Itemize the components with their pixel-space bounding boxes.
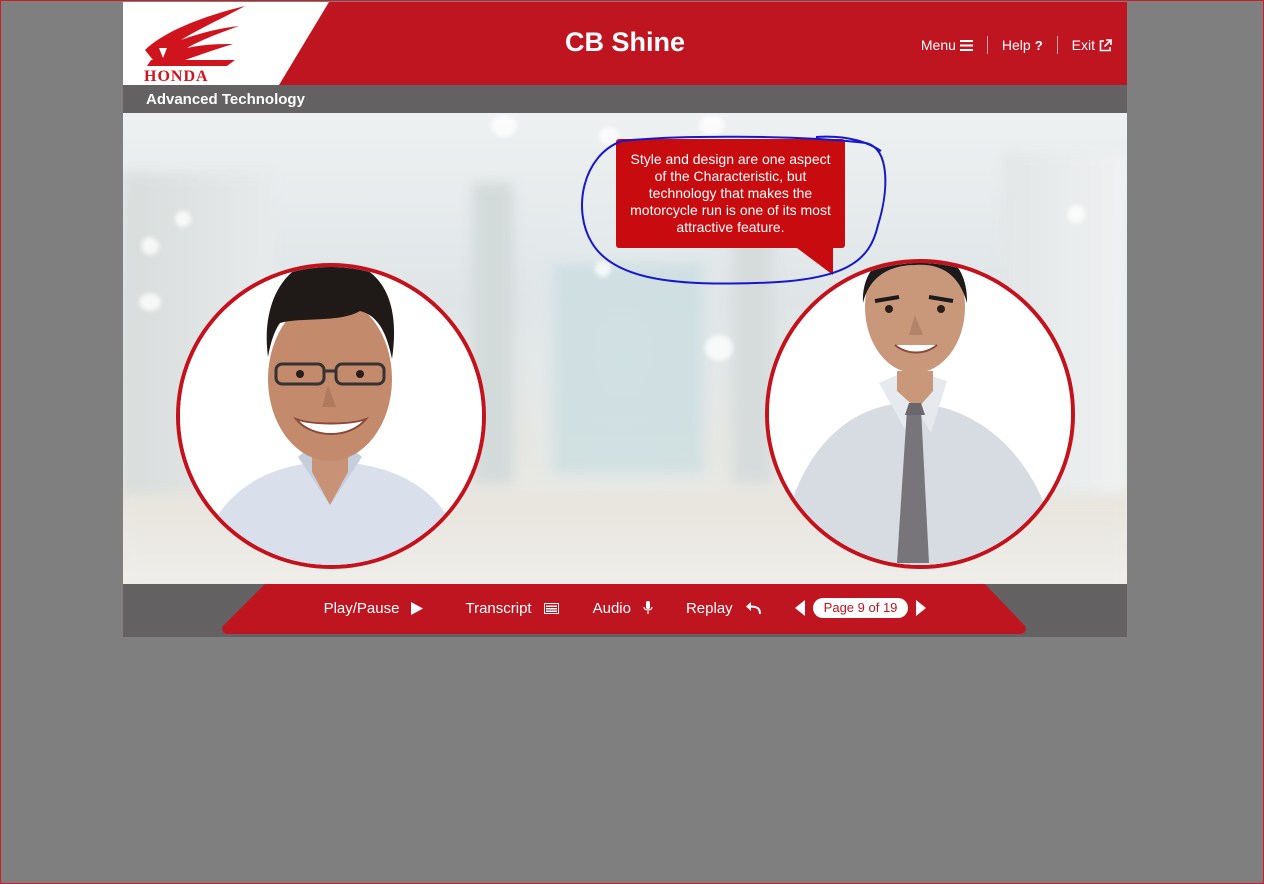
transcript-label: Transcript	[465, 599, 532, 617]
character-portrait-right	[765, 259, 1075, 569]
replay-button[interactable]: Replay	[686, 600, 761, 617]
question-icon: ?	[1034, 37, 1043, 53]
ceiling-light	[705, 335, 733, 361]
playback-controls: Play/Pause Transcript Audio Replay Page …	[123, 598, 1127, 618]
character-right-illustration	[769, 263, 1071, 565]
transcript-button[interactable]: Transcript	[465, 599, 559, 617]
honda-wordmark: HONDA	[144, 68, 209, 85]
help-button[interactable]: Help ?	[988, 37, 1057, 53]
annotation-circle	[581, 135, 887, 285]
exit-label: Exit	[1071, 37, 1095, 53]
play-pause-label: Play/Pause	[323, 599, 400, 617]
audio-label: Audio	[592, 599, 631, 617]
page-indicator: Page 9 of 19	[812, 598, 909, 618]
replay-label: Replay	[685, 599, 733, 617]
character-portrait-left	[176, 263, 486, 569]
hamburger-icon	[959, 39, 973, 51]
exit-button[interactable]: Exit	[1058, 37, 1112, 53]
transcript-icon	[543, 602, 559, 614]
scene-stage: Style and design are one aspect of the C…	[123, 113, 1127, 584]
external-link-icon	[1099, 38, 1112, 51]
ceiling-light	[175, 211, 191, 227]
ceiling-light	[699, 115, 725, 135]
ceiling-light	[141, 237, 159, 255]
replay-icon	[745, 602, 761, 615]
course-player: HONDA CB Shine Menu Help ? Exit Advanced…	[123, 2, 1127, 637]
background-glass	[553, 263, 703, 473]
header: HONDA CB Shine Menu Help ? Exit	[123, 2, 1127, 85]
ceiling-light	[491, 115, 517, 137]
section-title: Advanced Technology	[146, 91, 305, 108]
ceiling-light	[139, 293, 161, 311]
microphone-icon	[643, 601, 653, 614]
player-controls-bar: Play/Pause Transcript Audio Replay Page …	[123, 584, 1127, 637]
audio-button[interactable]: Audio	[593, 600, 653, 617]
menu-button[interactable]: Menu	[907, 37, 987, 53]
play-icon	[411, 601, 424, 615]
page-navigator: Page 9 of 19	[794, 598, 927, 618]
menu-label: Menu	[920, 37, 956, 53]
previous-page-arrow-icon[interactable]	[794, 600, 805, 616]
character-left-illustration	[180, 267, 482, 565]
section-bar: Advanced Technology	[123, 85, 1127, 113]
ceiling-light	[1067, 205, 1085, 223]
help-label: Help	[1001, 37, 1031, 53]
play-pause-button[interactable]: Play/Pause	[324, 600, 424, 617]
next-page-arrow-icon[interactable]	[916, 600, 927, 616]
top-navigation: Menu Help ? Exit	[907, 36, 1112, 54]
